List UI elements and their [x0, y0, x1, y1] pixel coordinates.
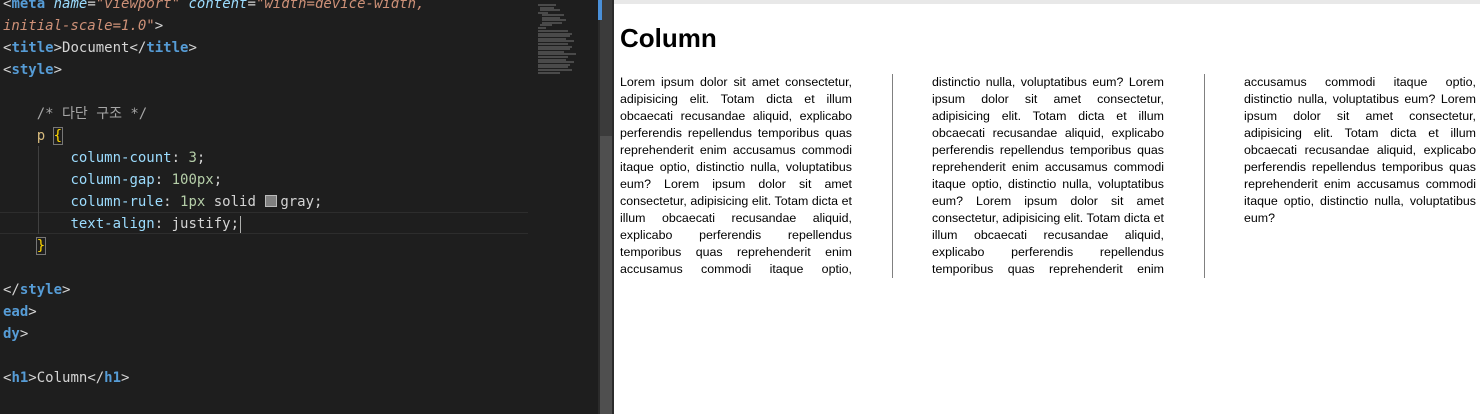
minimap-line [538, 26, 546, 29]
code-token: = [87, 0, 96, 12]
code-token: : [154, 172, 172, 188]
code-token: > [28, 304, 37, 320]
code-token: : [154, 216, 172, 232]
code-token: title [11, 40, 54, 56]
code-token: ; [314, 194, 323, 210]
code-token: > [28, 370, 37, 386]
code-token: style [19, 282, 63, 298]
code-token: > [62, 282, 71, 298]
code-token: Document [62, 40, 130, 56]
code-token: { [52, 127, 64, 145]
code-token: > [121, 370, 130, 386]
code-token: text-align [70, 216, 155, 232]
code-token: ; [213, 172, 223, 188]
code-token: > [188, 40, 197, 56]
scrollbar-marker [598, 0, 602, 20]
code-line[interactable]: p { [3, 125, 64, 147]
page-heading: Column [620, 23, 717, 53]
code-token: > [19, 326, 29, 342]
code-line[interactable]: column-gap: 100px; [3, 169, 222, 191]
code-line[interactable]: } [3, 235, 47, 257]
code-line[interactable]: <style> [3, 59, 62, 81]
code-token: "viewport" [95, 0, 181, 12]
code-line[interactable]: column-rule: 1px solid gray; [3, 191, 322, 213]
minimap[interactable] [534, 0, 596, 414]
code-token: : [163, 194, 181, 210]
code-token: "width=device-width, [255, 0, 425, 12]
code-token: solid [205, 194, 265, 210]
code-token: 1px [180, 194, 206, 210]
code-line[interactable]: <meta name="viewport" content="width=dev… [3, 0, 425, 15]
code-token: </ [87, 370, 105, 386]
code-token: h1 [11, 370, 29, 386]
code-token: style [11, 62, 54, 78]
code-line[interactable]: ead> [3, 301, 37, 323]
code-token: ; [230, 216, 240, 232]
code-token: content [188, 0, 248, 12]
code-token: title [146, 40, 189, 56]
code-line[interactable]: <title>Document</title> [3, 37, 197, 59]
code-token: /* 다단 구조 */ [3, 106, 148, 122]
code-token: 3 [188, 150, 197, 166]
code-token: = [247, 0, 256, 12]
code-token: justify [171, 216, 231, 232]
text-cursor [240, 215, 242, 233]
code-token: dy [3, 326, 20, 342]
code-token: name [53, 0, 88, 12]
code-token: meta [11, 0, 46, 12]
code-token: } [35, 237, 47, 255]
code-line[interactable]: </style> [3, 279, 70, 301]
color-swatch-icon[interactable] [265, 195, 278, 207]
code-token: h1 [104, 370, 122, 386]
code-token: ; [196, 150, 206, 166]
code-token: </ [3, 282, 20, 298]
code-token: column-rule [70, 194, 164, 210]
code-token: ead [3, 304, 29, 320]
scrollbar-track[interactable] [600, 0, 612, 136]
editor-scrollbar[interactable] [598, 0, 614, 414]
code-editor[interactable]: <meta name="viewport" content="width=dev… [0, 0, 598, 414]
code-line[interactable]: text-align: justify; [3, 213, 242, 235]
code-token: p [36, 128, 46, 144]
code-token: column-count [70, 150, 172, 166]
code-token: 100px [171, 172, 214, 188]
code-line[interactable]: /* 다단 구조 */ [3, 103, 148, 125]
code-token: : [171, 150, 189, 166]
code-token: column-gap [70, 172, 155, 188]
code-token: Column [36, 370, 88, 386]
code-line[interactable]: initial-scale=1.0"> [3, 15, 163, 37]
code-token: gray [280, 194, 315, 210]
scrollbar-thumb[interactable] [600, 136, 612, 414]
browser-preview: Column Lorem ipsum dolor sit amet consec… [614, 0, 1480, 414]
code-line[interactable]: column-count: 3; [3, 147, 205, 169]
code-token: > [154, 18, 164, 34]
minimap-line [538, 71, 560, 74]
code-token: > [53, 62, 63, 78]
code-token: > [53, 40, 63, 56]
code-token: initial-scale=1.0" [3, 18, 155, 34]
code-line[interactable]: <h1>Column</h1> [3, 367, 129, 389]
code-token: </ [129, 40, 147, 56]
code-line[interactable]: dy> [3, 323, 28, 345]
column-paragraph: Lorem ipsum dolor sit amet consectetur, … [620, 75, 1476, 276]
